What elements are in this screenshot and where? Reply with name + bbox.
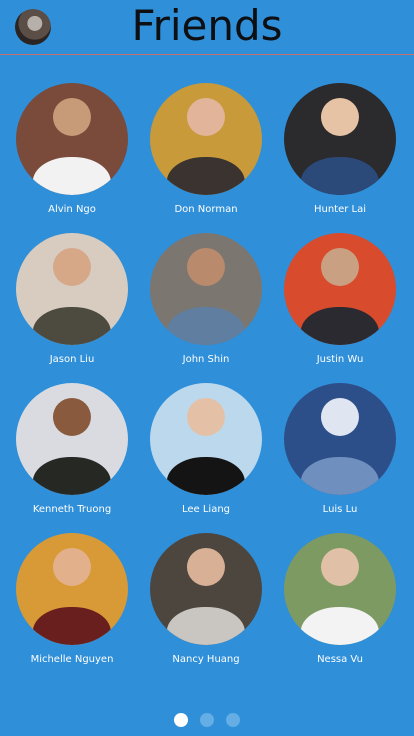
- person-body: [166, 606, 246, 645]
- friend-name: Luis Lu: [322, 504, 358, 515]
- person-body: [300, 156, 380, 195]
- person-body: [32, 606, 112, 645]
- person-body: [32, 306, 112, 345]
- person-head: [320, 547, 360, 586]
- friend-card[interactable]: John Shin: [139, 233, 273, 367]
- person-body: [32, 156, 112, 195]
- friend-card[interactable]: Alvin Ngo: [5, 83, 139, 217]
- friend-name: Nessa Vu: [317, 654, 363, 665]
- person-body: [300, 456, 380, 495]
- friend-photo[interactable]: [150, 233, 262, 345]
- person-body: [166, 306, 246, 345]
- friend-card[interactable]: Kenneth Truong: [5, 383, 139, 517]
- friends-grid: Alvin Ngo Don Norman Hunter Lai Jason Liu Jo…: [0, 0, 414, 736]
- friend-photo[interactable]: [16, 233, 128, 345]
- friend-photo[interactable]: [284, 533, 396, 645]
- friend-card[interactable]: Michelle Nguyen: [5, 533, 139, 667]
- friend-name: Jason Liu: [49, 354, 95, 365]
- friend-name: Hunter Lai: [313, 204, 367, 215]
- friend-card[interactable]: Nessa Vu: [273, 533, 407, 667]
- person-head: [52, 247, 92, 286]
- person-head: [52, 97, 92, 136]
- friend-name: Lee Liang: [181, 504, 231, 515]
- friend-name: Nancy Huang: [172, 654, 240, 665]
- friend-name: Don Norman: [174, 204, 238, 215]
- person-body: [300, 306, 380, 345]
- page-dot[interactable]: [200, 713, 214, 727]
- pagination-dots: [0, 712, 414, 731]
- person-body: [166, 456, 246, 495]
- friend-card[interactable]: Jason Liu: [5, 233, 139, 367]
- person-head: [320, 97, 360, 136]
- friend-name: Alvin Ngo: [48, 204, 96, 215]
- friend-card[interactable]: Hunter Lai: [273, 83, 407, 217]
- person-head: [52, 397, 92, 436]
- friend-photo[interactable]: [284, 83, 396, 195]
- friend-card[interactable]: Luis Lu: [273, 383, 407, 517]
- friend-card[interactable]: Don Norman: [139, 83, 273, 217]
- friend-photo[interactable]: [16, 83, 128, 195]
- friend-photo[interactable]: [150, 533, 262, 645]
- person-head: [320, 397, 360, 436]
- person-head: [52, 547, 92, 586]
- friend-photo[interactable]: [16, 533, 128, 645]
- friend-card[interactable]: Justin Wu: [273, 233, 407, 367]
- friend-name: John Shin: [182, 354, 230, 365]
- friend-name: Michelle Nguyen: [30, 654, 114, 665]
- page-dot[interactable]: [226, 713, 240, 727]
- person-head: [186, 547, 226, 586]
- friend-photo[interactable]: [150, 383, 262, 495]
- person-head: [320, 247, 360, 286]
- person-body: [166, 156, 246, 195]
- friend-name: Kenneth Truong: [32, 504, 112, 515]
- friend-photo[interactable]: [150, 83, 262, 195]
- person-body: [32, 456, 112, 495]
- person-head: [186, 397, 226, 436]
- person-body: [300, 606, 380, 645]
- friend-card[interactable]: Nancy Huang: [139, 533, 273, 667]
- friend-photo[interactable]: [16, 383, 128, 495]
- friend-photo[interactable]: [284, 383, 396, 495]
- friend-card[interactable]: Lee Liang: [139, 383, 273, 517]
- page-dot[interactable]: [174, 713, 188, 727]
- friend-name: Justin Wu: [316, 354, 364, 365]
- person-head: [186, 97, 226, 136]
- friend-photo[interactable]: [284, 233, 396, 345]
- person-head: [186, 247, 226, 286]
